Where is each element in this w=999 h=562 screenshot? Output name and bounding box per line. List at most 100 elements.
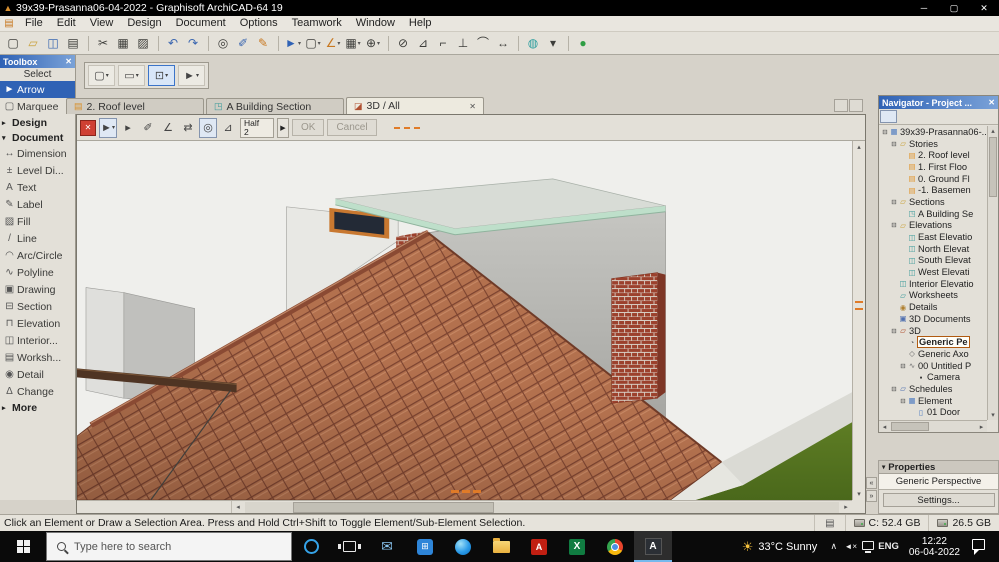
copy-icon[interactable]: ▦ [114,34,133,53]
snap-grid-icon[interactable]: ▦ ▾ [344,34,363,53]
sub-arrow-icon[interactable]: ▸ [119,118,137,138]
menu-item[interactable]: Design [120,16,168,31]
brick-pillar[interactable] [611,272,658,404]
pen-icon[interactable]: ✐ [139,118,157,138]
3d-view-canvas[interactable] [77,141,852,500]
navigator-hscrollbar[interactable]: ◂ ▸ [879,420,987,432]
navigator-vscrollbar[interactable]: ▴ ▾ [987,126,998,420]
tray-queue-icon[interactable]: ▤ [814,515,844,531]
adjust-icon[interactable]: ⊥ [454,34,473,53]
tool-arc-circle[interactable]: ◠ Arc/Circle [0,247,75,264]
stretch-icon[interactable]: ↔ [494,34,513,53]
scroll-left-icon[interactable]: ◂ [879,421,890,432]
trim-icon[interactable]: ⊿ [414,34,433,53]
tab-roof-level[interactable]: ▤ 2. Roof level [66,98,204,114]
arrow-mode-button[interactable]: ► ▾ [178,65,205,86]
inject-parameters-icon[interactable]: ✎ [254,34,273,53]
archicad-icon[interactable]: A [634,531,672,562]
toolbox-close-icon[interactable]: ✕ [65,57,72,66]
snap-guides-icon[interactable]: ∠ ▾ [324,34,343,53]
print-icon[interactable]: ▤ [64,34,83,53]
publisher-sets-icon[interactable] [934,110,951,123]
ok-button[interactable]: OK [292,119,325,136]
tool-fill[interactable]: ▨ Fill [0,213,75,230]
tool-label[interactable]: ✎ Label [0,196,75,213]
tree-3d-documents[interactable]: ▣ 3D Documents [879,313,987,325]
viewport-vscrollbar[interactable]: ▴ ▾ [852,141,865,500]
open-file-icon[interactable]: ▱ [24,34,43,53]
maximize-button[interactable]: ▢ [939,0,969,16]
properties-header[interactable]: ▾ Properties [879,461,998,474]
task-view-icon[interactable] [330,531,368,562]
scroll-right-icon[interactable]: ▸ [840,501,852,513]
chrome-icon[interactable] [596,531,634,562]
tree-project-root[interactable]: ⊟ ▦ 39x39-Prasanna06-... [879,126,987,138]
tree-story-first[interactable]: ▤ 1. First Floo [879,161,987,173]
cut-icon[interactable]: ✂ [94,34,113,53]
more-options-icon[interactable]: ▾ [544,34,563,53]
tab-close-icon[interactable]: ✕ [469,102,476,111]
close-button[interactable]: ✕ [969,0,999,16]
left-parapet-wall[interactable] [85,287,125,399]
tool-section[interactable]: ⊟ Section [0,298,75,315]
tree-generic-axonometry[interactable]: ◇ Generic Axo [879,348,987,360]
paste-icon[interactable]: ▨ [134,34,153,53]
tree-schedules[interactable]: ⊟ ▱ Schedules [879,383,987,395]
split-icon[interactable]: ⌐ [434,34,453,53]
tab-menu-button[interactable] [849,99,863,112]
tree-expander-icon[interactable]: ⊟ [899,362,907,370]
layout-book-icon[interactable] [916,110,933,123]
tree-elevation-west[interactable]: ◫ West Elevati [879,266,987,278]
volume-muted-icon[interactable]: ◄× [842,542,859,551]
collapse-right-icon[interactable]: » [866,490,877,502]
action-center-icon[interactable] [972,539,985,555]
menu-item[interactable]: Window [349,16,402,31]
tree-elevation-east[interactable]: ◫ East Elevatio [879,231,987,243]
gravity-icon[interactable]: ⊕ ▾ [364,34,383,53]
tree-untitled-path[interactable]: ⊟ ∿ 00 Untitled P [879,360,987,372]
tree-generic-perspective[interactable]: ◔ Generic Pe [879,336,987,349]
menu-item[interactable]: Help [402,16,439,31]
tree-elevations[interactable]: ⊟ ▱ Elevations [879,220,987,232]
tree-door-schedule[interactable]: ▯ 01 Door [879,407,987,419]
tool-change[interactable]: Δ Change [0,383,75,400]
new-file-icon[interactable]: ▢ [4,34,23,53]
scroll-down-icon[interactable]: ▾ [988,410,998,420]
scroll-right-icon[interactable]: ▸ [976,421,987,432]
tool-polyline[interactable]: ∿ Polyline [0,264,75,281]
hidden-icons-icon[interactable]: ∧ [825,541,842,552]
weather-indicator[interactable]: ☀ 33°C Sunny [734,539,825,555]
tool-text[interactable]: A Text [0,179,75,196]
tool-dimension[interactable]: ↔ Dimension [0,145,75,162]
scroll-thumb[interactable] [891,422,929,431]
tab-building-section[interactable]: ◳ A Building Section [206,98,344,114]
navigator-close-icon[interactable]: ✕ [988,98,995,107]
tree-interior-elevations[interactable]: ◫ Interior Elevatio [879,278,987,290]
scroll-left-icon[interactable]: ◂ [232,501,244,513]
tree-elevation-north[interactable]: ◫ North Elevat [879,243,987,255]
angle-icon[interactable]: ∠ [159,118,177,138]
store-icon[interactable]: ⊞ [406,531,444,562]
outlook-icon[interactable]: ✉ [368,531,406,562]
tree-sections[interactable]: ⊟ ▱ Sections [879,196,987,208]
excel-icon[interactable]: X [558,531,596,562]
menu-item[interactable]: Options [233,16,285,31]
scroll-thumb[interactable] [989,137,997,197]
tree-expander-icon[interactable]: ⊟ [899,397,907,405]
tool-elevation[interactable]: ⊓ Elevation [0,315,75,332]
start-button[interactable] [0,531,46,562]
transfer-settings-icon[interactable]: ⇄ [179,118,197,138]
cancel-button[interactable]: Cancel [327,119,377,136]
toolbox-titlebar[interactable]: Toolbox ✕ [0,55,75,68]
arrow-tool-icon[interactable]: ► ▾ [284,34,303,53]
tree-expander-icon[interactable]: ⊟ [890,198,898,206]
tool-marquee[interactable]: ▢ Marquee [0,98,75,115]
tree-3d[interactable]: ⊟ ▱ 3D [879,325,987,337]
scroll-up-icon[interactable]: ▴ [988,126,998,136]
redo-icon[interactable]: ↷ [184,34,203,53]
tree-details[interactable]: ◉ Details [879,301,987,313]
tree-section-a[interactable]: ◳ A Building Se [879,208,987,220]
viewport-hscrollbar[interactable] [245,501,839,513]
tool-level-dimension[interactable]: ± Level Di... [0,162,75,179]
tree-expander-icon[interactable]: ⊟ [881,128,889,136]
